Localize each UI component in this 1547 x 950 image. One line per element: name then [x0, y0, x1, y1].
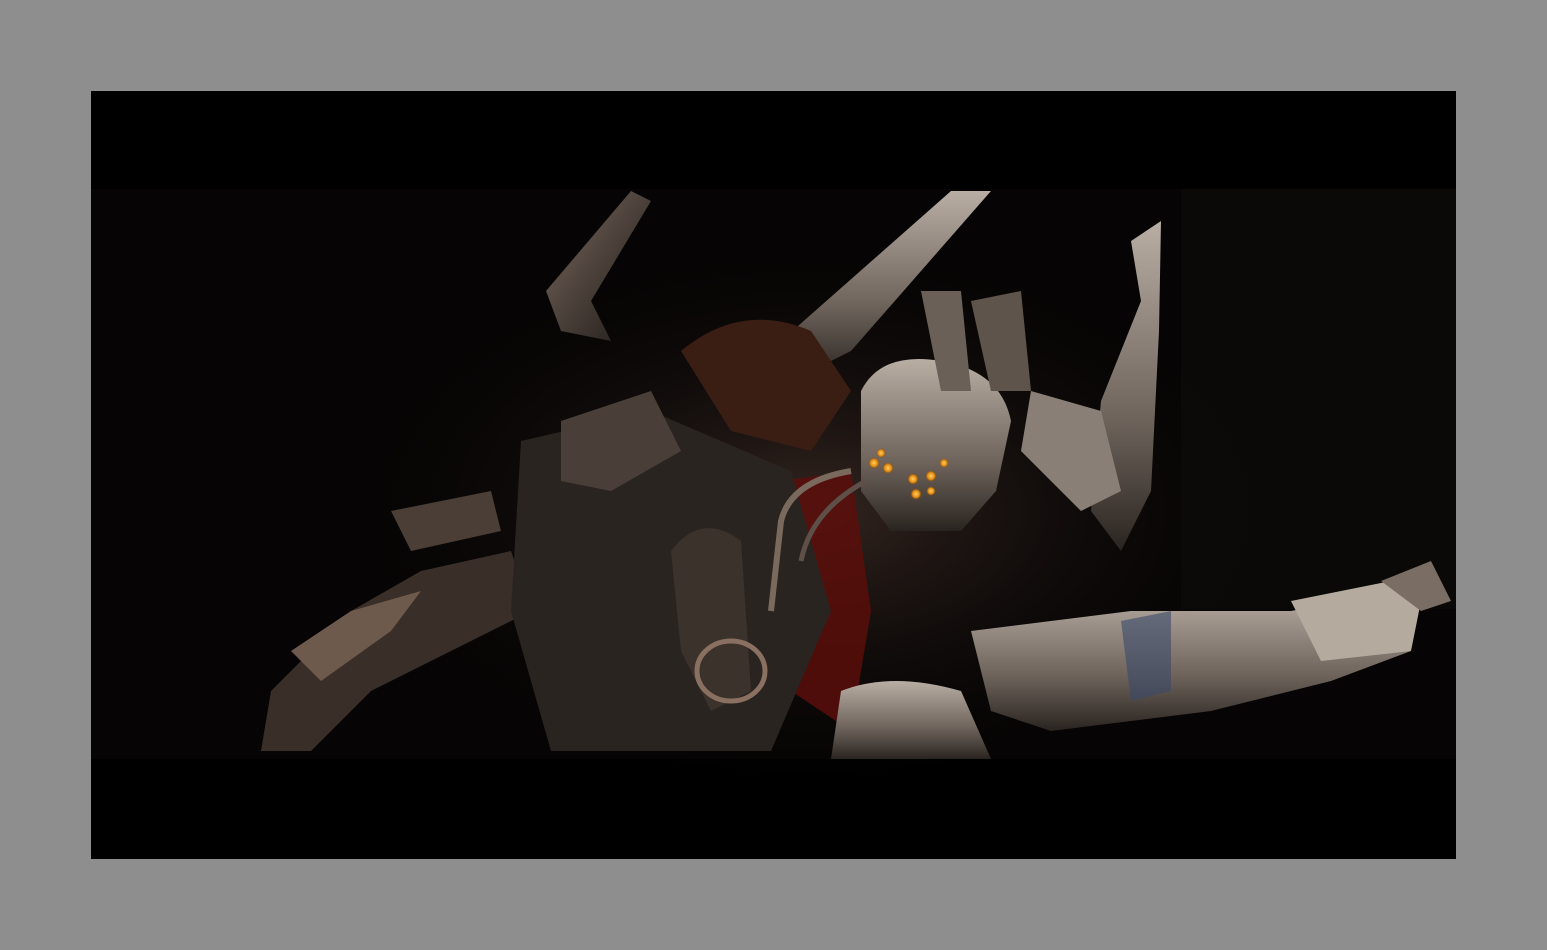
picture-frame [0, 0, 1547, 950]
framed-picture [91, 91, 1456, 859]
armored-alien-icon [91, 189, 1456, 811]
